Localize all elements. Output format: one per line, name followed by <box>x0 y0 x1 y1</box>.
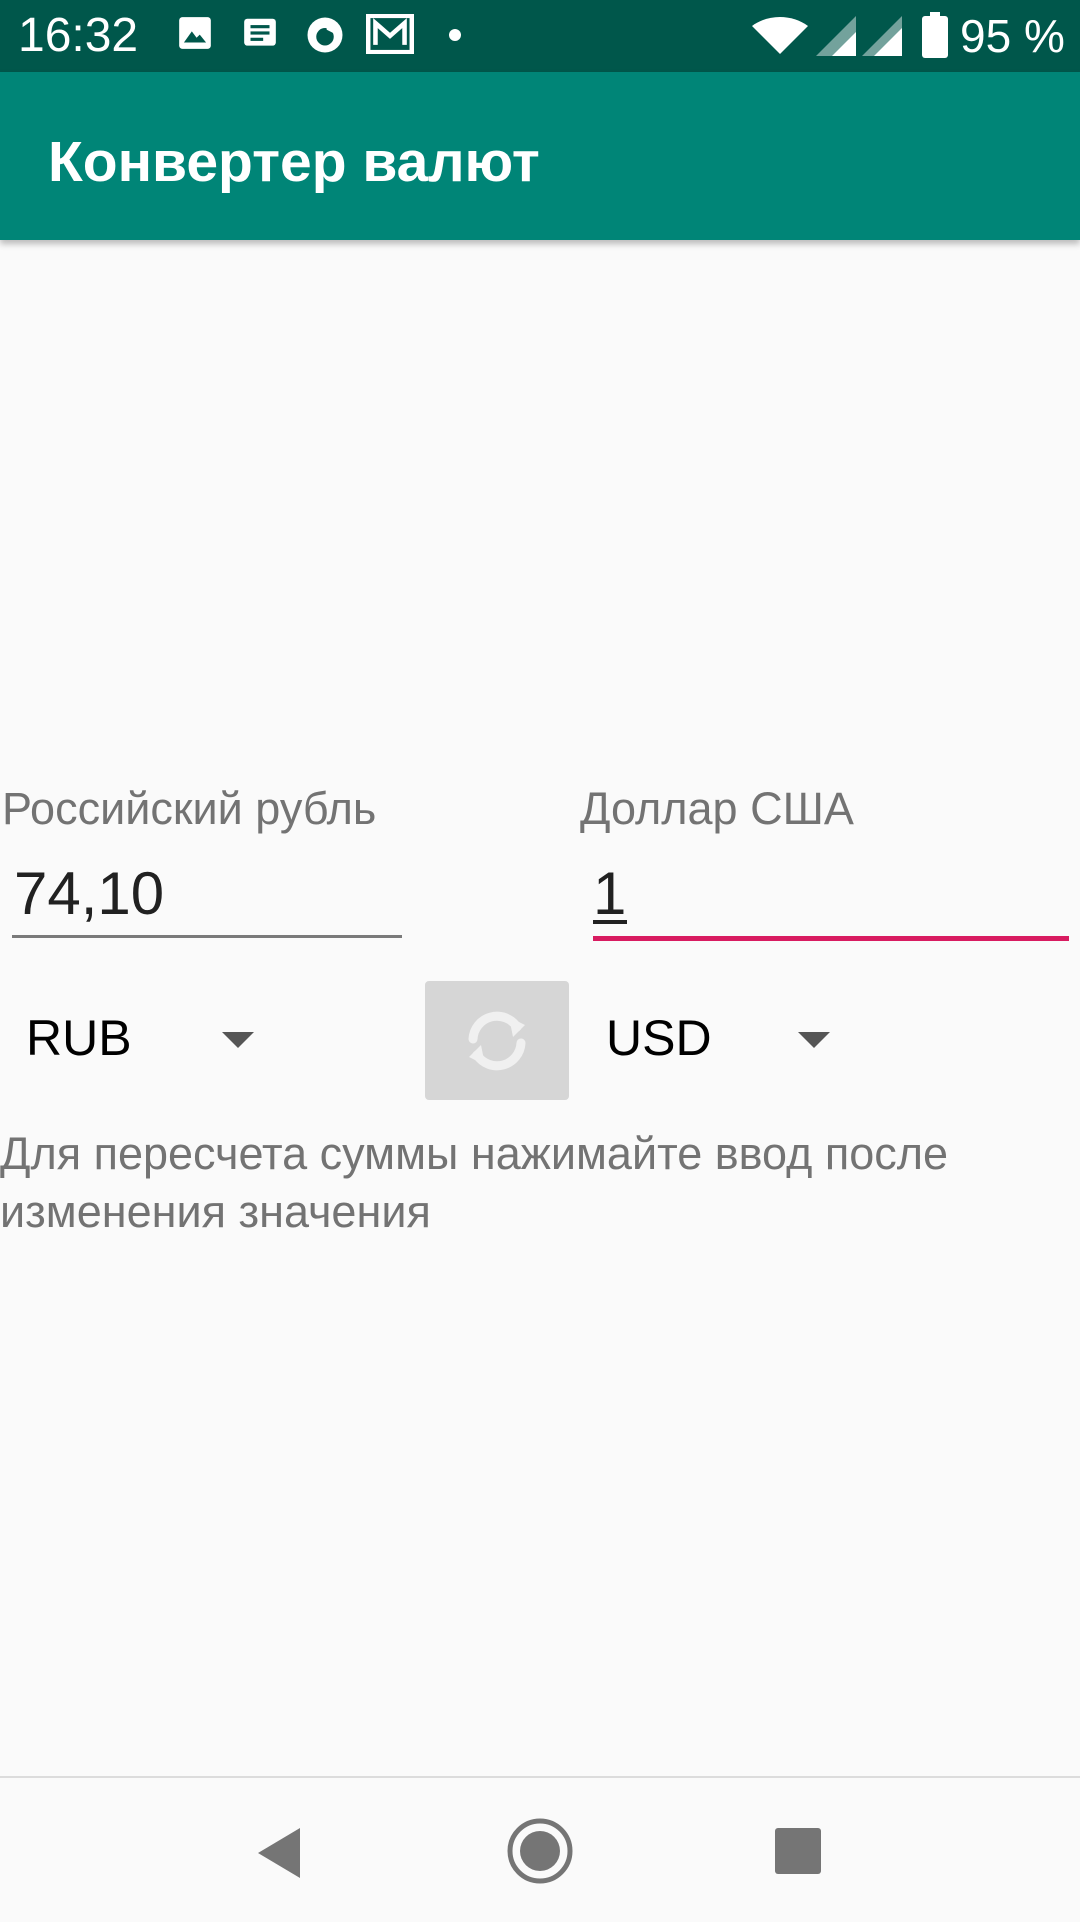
battery-icon <box>922 12 948 58</box>
app-title: Конвертер валют <box>48 130 540 194</box>
refresh-icon <box>468 1011 526 1071</box>
recents-icon[interactable] <box>775 1828 821 1874</box>
wifi-icon <box>752 17 808 54</box>
signal-icon <box>862 16 902 56</box>
to-amount-underline <box>593 936 1069 941</box>
home-icon[interactable] <box>505 1816 575 1886</box>
message-icon <box>244 18 276 46</box>
dot-icon <box>449 29 461 41</box>
to-currency-spinner[interactable]: USD <box>590 990 870 1090</box>
from-currency-spinner[interactable]: RUB <box>0 990 280 1090</box>
from-amount-underline <box>12 935 402 938</box>
to-currency-code: USD <box>606 1010 712 1066</box>
status-time: 16:32 <box>18 9 139 62</box>
nav-bar <box>0 1776 1080 1922</box>
from-currency-label: Российский рубль <box>2 783 377 834</box>
to-amount-input[interactable]: 1 <box>593 850 1069 942</box>
text-cursor <box>593 920 627 924</box>
back-icon[interactable] <box>254 1826 304 1880</box>
status-bar: 16:32 95 % <box>0 0 1080 72</box>
from-currency-code: RUB <box>26 1010 132 1066</box>
from-amount-value: 74,10 <box>14 860 165 927</box>
from-amount-input[interactable]: 74,10 <box>12 850 402 942</box>
to-currency-label: Доллар США <box>580 783 854 834</box>
image-icon <box>179 17 211 49</box>
chevron-down-icon <box>798 1032 830 1048</box>
firefox-icon <box>307 17 343 53</box>
battery-percentage: 95 % <box>960 10 1065 62</box>
chevron-down-icon <box>222 1032 254 1048</box>
mail-icon <box>366 14 414 54</box>
signal-icon <box>816 16 856 56</box>
app-bar: Конвертер валют <box>0 72 1080 240</box>
swap-button[interactable] <box>425 981 569 1100</box>
hint-text: Для пересчета суммы нажимайте ввод после… <box>0 1128 949 1237</box>
